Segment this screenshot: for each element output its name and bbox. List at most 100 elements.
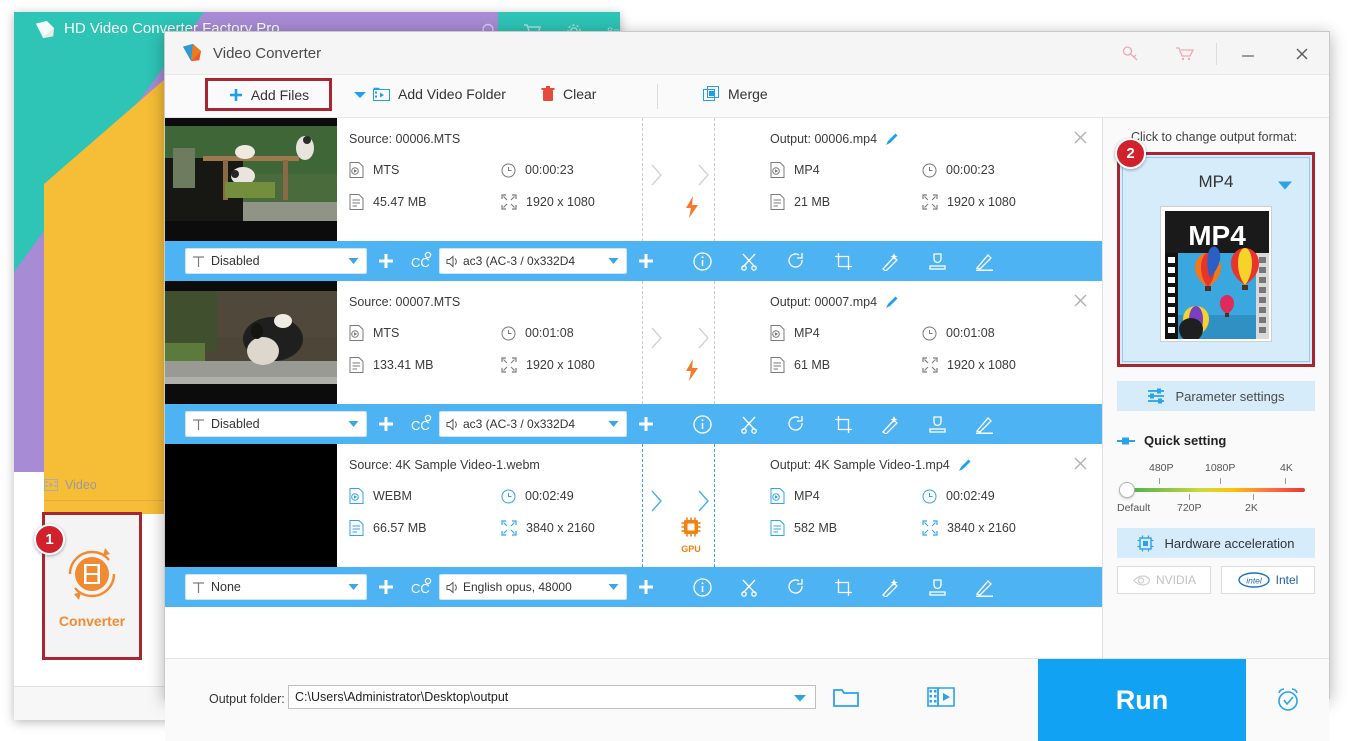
audio-track-select[interactable]: English opus, 48000 — [439, 574, 627, 600]
edit-icon[interactable] — [975, 578, 994, 597]
add-subtitle-button[interactable] — [367, 415, 405, 433]
step-badge-1: 1 — [34, 524, 65, 555]
cut-icon[interactable] — [740, 415, 759, 434]
close-button[interactable] — [1275, 32, 1329, 75]
chevron-right-icon — [651, 327, 662, 349]
parameter-settings-label: Parameter settings — [1175, 388, 1285, 404]
key-button[interactable] — [1104, 32, 1158, 75]
converter-icon — [68, 548, 116, 600]
file-row[interactable]: Source: 4K Sample Video-1.webm WEBM 00:0… — [165, 444, 1102, 607]
watermark-icon[interactable] — [928, 415, 947, 434]
merge-button[interactable]: Merge — [703, 86, 768, 102]
quick-setting-label: Quick setting — [1144, 433, 1227, 448]
nvidia-label: NVIDIA — [1155, 573, 1196, 587]
cut-icon[interactable] — [740, 252, 759, 271]
edit-icon[interactable] — [975, 415, 994, 434]
audio-track-select[interactable]: ac3 (AC-3 / 0x332D4 — [439, 411, 627, 437]
main-content: Source: 00006.MTS MTS 00:00:23 45.47 MB … — [165, 118, 1329, 658]
remove-file-icon[interactable] — [1073, 293, 1088, 308]
edit-pencil-icon[interactable] — [885, 295, 899, 309]
chevron-right-icon — [698, 164, 709, 186]
video-preview-icon[interactable] — [927, 685, 955, 709]
chevron-down-icon[interactable] — [1277, 180, 1293, 191]
slider-label-2k: 2K — [1245, 502, 1258, 514]
output-resolution: 1920 x 1080 — [922, 357, 1102, 373]
output-format: MP4 — [770, 325, 922, 341]
output-info: Output: 4K Sample Video-1.mp4 MP4 00:02:… — [752, 444, 1102, 567]
file-row[interactable]: Source: 00007.MTS MTS 00:01:08 133.41 MB… — [165, 281, 1102, 444]
run-button[interactable]: Run — [1038, 659, 1246, 741]
nvidia-toggle[interactable]: NVIDIA — [1117, 566, 1211, 594]
output-format-text: MP4 — [794, 326, 820, 340]
cart-button[interactable] — [1158, 32, 1212, 75]
folder-icon[interactable] — [833, 686, 859, 708]
chevron-down-icon[interactable] — [353, 90, 367, 100]
output-format-selector[interactable]: MP4 MP4 — [1117, 152, 1315, 367]
file-format-icon — [770, 488, 785, 504]
output-resolution: 1920 x 1080 — [922, 194, 1102, 210]
minimize-button[interactable] — [1221, 32, 1275, 75]
app-logo-icon — [182, 43, 202, 62]
info-icon[interactable] — [693, 577, 712, 597]
rotate-icon[interactable] — [787, 578, 806, 597]
clear-button[interactable]: Clear — [541, 86, 596, 102]
effect-icon[interactable] — [881, 578, 900, 597]
info-icon[interactable] — [693, 414, 712, 434]
subtitle-icon — [193, 581, 204, 593]
add-files-button[interactable]: Add Files — [205, 78, 332, 111]
info-icon[interactable] — [693, 251, 712, 271]
subtitle-select[interactable]: None — [185, 574, 367, 600]
output-folder-input[interactable]: C:\Users\Administrator\Desktop\output — [288, 685, 816, 709]
rotate-icon[interactable] — [787, 252, 806, 271]
video-thumbnail[interactable] — [165, 281, 337, 404]
edit-pencil-icon[interactable] — [885, 132, 899, 146]
crop-icon[interactable] — [834, 252, 853, 271]
watermark-icon[interactable] — [928, 578, 947, 597]
add-video-folder-button[interactable]: Add Video Folder — [373, 86, 506, 102]
effect-icon[interactable] — [881, 415, 900, 434]
scheduler-button[interactable] — [1246, 659, 1329, 741]
add-audio-button[interactable] — [627, 578, 665, 596]
subtitle-select[interactable]: Disabled — [185, 248, 367, 274]
cut-icon[interactable] — [740, 578, 759, 597]
output-title: Output: 4K Sample Video-1.mp4 — [770, 458, 1102, 472]
video-thumbnail[interactable] — [165, 444, 337, 567]
clock-icon — [501, 326, 516, 340]
remove-file-icon[interactable] — [1073, 456, 1088, 471]
source-size-text: 45.47 MB — [373, 195, 427, 209]
rotate-icon[interactable] — [787, 415, 806, 434]
crop-icon[interactable] — [834, 578, 853, 597]
add-subtitle-button[interactable] — [367, 578, 405, 596]
slider-handle[interactable] — [1119, 482, 1135, 498]
file-row[interactable]: Source: 00006.MTS MTS 00:00:23 45.47 MB … — [165, 118, 1102, 281]
window-title: Video Converter — [213, 44, 322, 62]
add-subtitle-button[interactable] — [367, 252, 405, 270]
add-audio-button[interactable] — [627, 415, 665, 433]
closed-caption-button[interactable]: CC — [405, 251, 439, 271]
quality-slider[interactable]: 480P 1080P 4K Default 720P 2K — [1117, 462, 1315, 522]
edit-icon[interactable] — [975, 252, 994, 271]
add-audio-button[interactable] — [627, 252, 665, 270]
sliders-icon — [1148, 388, 1165, 404]
plus-icon — [639, 417, 653, 431]
closed-caption-button[interactable]: CC — [405, 577, 439, 597]
video-thumbnail[interactable] — [165, 118, 337, 241]
audio-track-select[interactable]: ac3 (AC-3 / 0x332D4 — [439, 248, 627, 274]
remove-file-icon[interactable] — [1073, 130, 1088, 145]
edit-pencil-icon[interactable] — [958, 458, 972, 472]
file-size-icon — [349, 520, 364, 536]
source-resolution: 1920 x 1080 — [501, 194, 642, 210]
chip-icon — [1137, 535, 1154, 551]
parameter-settings-button[interactable]: Parameter settings — [1117, 381, 1315, 411]
intel-toggle[interactable]: intel Intel — [1221, 566, 1315, 594]
chevron-down-icon[interactable] — [793, 693, 807, 703]
step-badge-2: 2 — [1115, 138, 1146, 169]
slider-label-4k: 4K — [1280, 462, 1293, 474]
crop-icon[interactable] — [834, 415, 853, 434]
subtitle-select[interactable]: Disabled — [185, 411, 367, 437]
closed-caption-button[interactable]: CC — [405, 414, 439, 434]
hardware-acceleration-button[interactable]: Hardware acceleration — [1117, 528, 1315, 558]
watermark-icon[interactable] — [928, 252, 947, 271]
output-duration-text: 00:02:49 — [946, 489, 995, 503]
effect-icon[interactable] — [881, 252, 900, 271]
